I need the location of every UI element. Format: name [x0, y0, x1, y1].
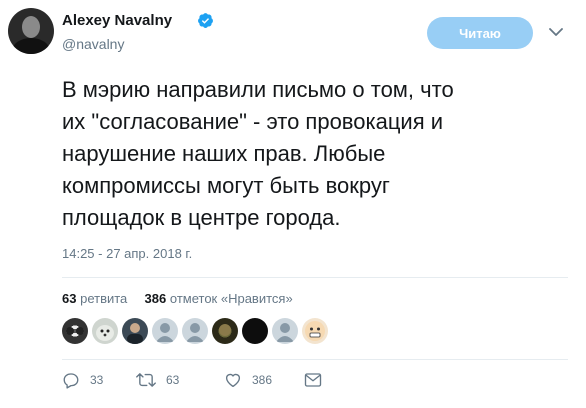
divider [62, 277, 568, 278]
retweet-count: 63 [166, 373, 180, 387]
verified-badge-icon [198, 13, 213, 28]
tweet-timestamp[interactable]: 14:25 - 27 апр. 2018 г. [62, 246, 192, 261]
tweet-header: Alexey Navalny @navalny Читаю [0, 0, 586, 60]
likes-count[interactable]: 386 [145, 291, 167, 306]
liker-avatar[interactable] [62, 318, 88, 344]
direct-message-button[interactable] [304, 370, 332, 390]
liker-avatar[interactable] [242, 318, 268, 344]
retweets-label[interactable]: ретвита [80, 291, 127, 306]
retweet-button[interactable]: 63 [136, 370, 179, 390]
author-avatar[interactable] [8, 8, 54, 54]
like-count: 386 [252, 373, 273, 387]
reply-count: 33 [90, 373, 104, 387]
like-button[interactable]: 386 [224, 370, 272, 390]
reply-icon [63, 373, 79, 389]
liker-avatar[interactable] [152, 318, 178, 344]
liker-avatar[interactable] [122, 318, 148, 344]
chevron-down-icon[interactable] [549, 27, 563, 37]
author-name[interactable]: Alexey Navalny [62, 12, 172, 29]
liker-avatar[interactable] [302, 318, 328, 344]
reply-button[interactable]: 33 [62, 370, 103, 390]
retweet-icon [136, 373, 156, 387]
divider [62, 359, 568, 360]
liker-avatar[interactable] [92, 318, 118, 344]
liker-avatar[interactable] [182, 318, 208, 344]
likes-label[interactable]: отметок «Нравится» [170, 291, 293, 306]
follow-button[interactable]: Читаю [427, 17, 533, 49]
engagement-stats: 63 ретвита 386 отметок «Нравится» [62, 291, 293, 306]
tweet-actions: 33 63 386 [62, 370, 362, 390]
retweets-count[interactable]: 63 [62, 291, 76, 306]
liker-avatar[interactable] [212, 318, 238, 344]
envelope-icon [304, 373, 322, 387]
tweet-text: В мэрию направили письмо о том, что их "… [62, 77, 454, 230]
author-handle[interactable]: @navalny [62, 36, 124, 52]
heart-icon [225, 373, 241, 388]
liker-avatar[interactable] [272, 318, 298, 344]
